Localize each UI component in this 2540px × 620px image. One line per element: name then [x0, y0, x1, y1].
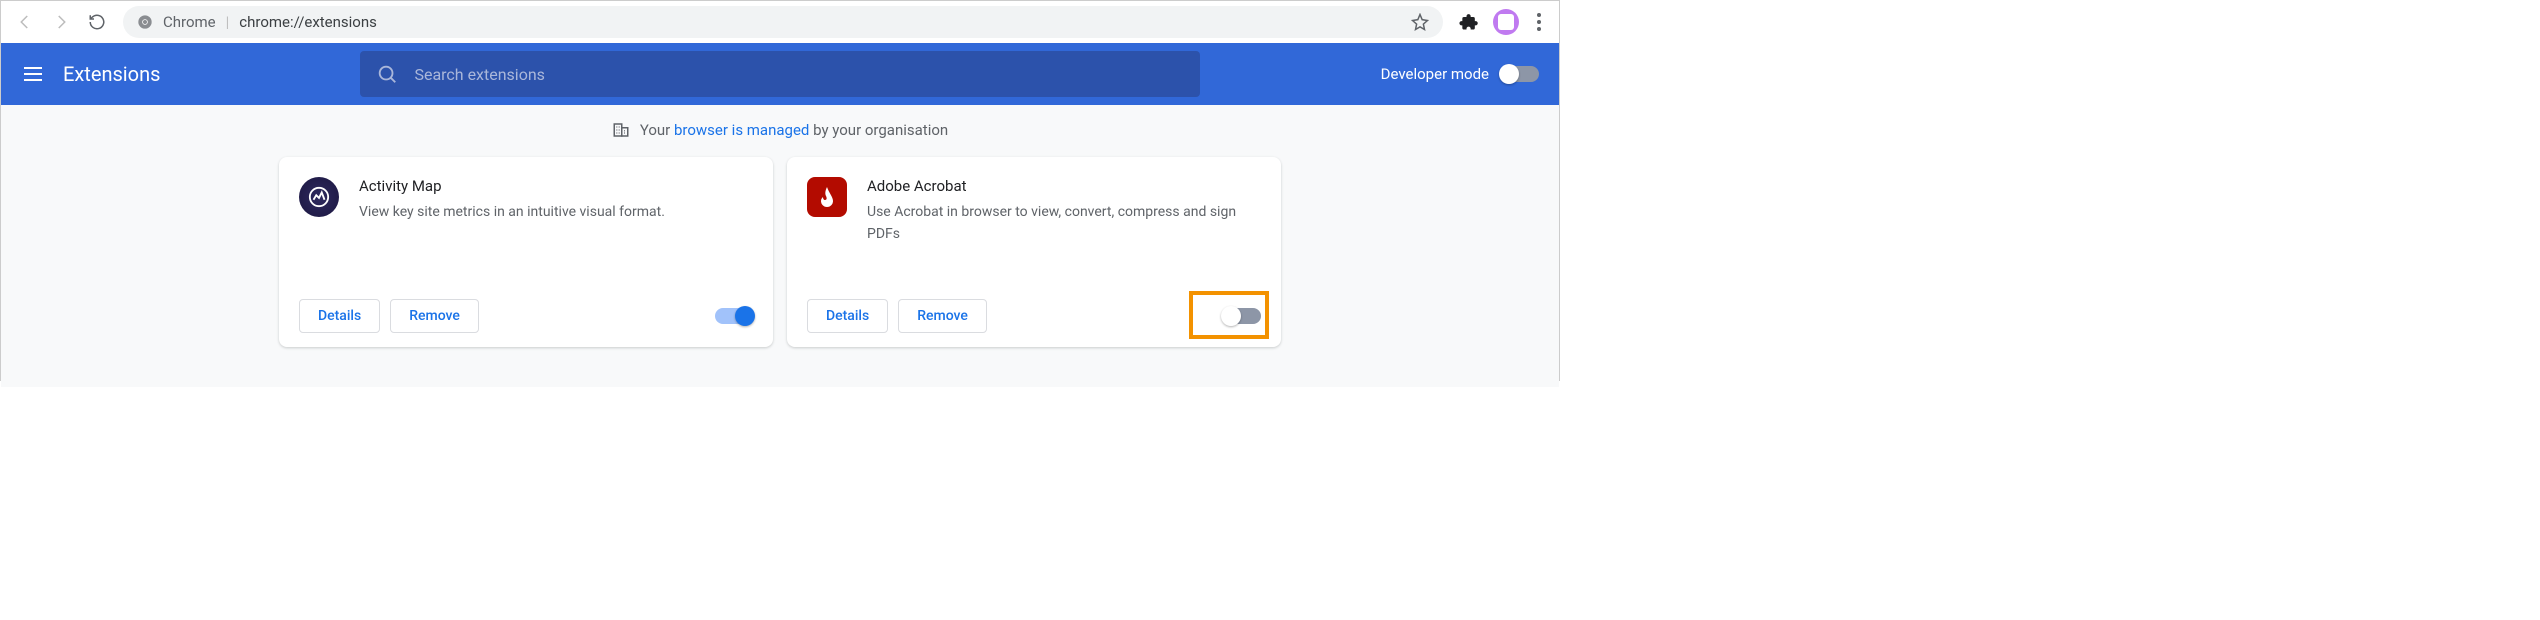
search-placeholder: Search extensions [414, 65, 544, 84]
developer-mode-toggle[interactable] [1501, 66, 1539, 82]
extension-description: View key site metrics in an intuitive vi… [359, 201, 665, 223]
star-icon [1411, 13, 1429, 31]
profile-avatar[interactable] [1493, 9, 1519, 35]
managed-notice: Your browser is managed by your organisa… [1, 121, 1559, 139]
managed-link[interactable]: browser is managed [674, 121, 809, 139]
details-button[interactable]: Details [299, 299, 380, 333]
managed-text: Your browser is managed by your organisa… [640, 121, 948, 139]
avatar-image [1498, 14, 1514, 30]
address-label: Chrome [163, 13, 216, 31]
address-url: chrome://extensions [239, 13, 377, 31]
address-bar[interactable]: Chrome | chrome://extensions [123, 6, 1443, 38]
address-separator: | [226, 13, 230, 31]
toggle-knob [735, 306, 755, 326]
toggle-knob [1499, 64, 1519, 84]
extensions-button[interactable] [1459, 12, 1479, 32]
hamburger-icon [21, 62, 45, 86]
extension-icon [807, 177, 847, 217]
enable-toggle[interactable] [1223, 308, 1261, 324]
forward-button[interactable] [45, 6, 77, 38]
chrome-icon [137, 14, 153, 30]
toggle-knob [1221, 306, 1241, 326]
extension-card: Activity Map View key site metrics in an … [279, 157, 773, 347]
reload-icon [88, 13, 106, 31]
arrow-left-icon [16, 13, 34, 31]
page-title: Extensions [63, 62, 160, 86]
building-icon [612, 121, 630, 139]
search-icon [376, 63, 398, 85]
bookmark-button[interactable] [1411, 13, 1429, 31]
extension-description: Use Acrobat in browser to view, convert,… [867, 201, 1261, 246]
content-area: Your browser is managed by your organisa… [1, 105, 1559, 387]
back-button[interactable] [9, 6, 41, 38]
arrow-right-icon [52, 13, 70, 31]
extension-name: Activity Map [359, 177, 665, 195]
extension-icon [299, 177, 339, 217]
extension-name: Adobe Acrobat [867, 177, 1261, 195]
puzzle-icon [1459, 12, 1479, 32]
extension-card: Adobe Acrobat Use Acrobat in browser to v… [787, 157, 1281, 347]
kebab-icon [1527, 10, 1551, 34]
developer-mode-control: Developer mode [1381, 65, 1539, 83]
search-input[interactable]: Search extensions [360, 51, 1200, 97]
remove-button[interactable]: Remove [390, 299, 479, 333]
browser-menu-button[interactable] [1527, 10, 1551, 34]
enable-toggle[interactable] [715, 308, 753, 324]
details-button[interactable]: Details [807, 299, 888, 333]
menu-button[interactable] [21, 62, 45, 86]
browser-toolbar: Chrome | chrome://extensions [1, 1, 1559, 43]
reload-button[interactable] [81, 6, 113, 38]
app-bar: Extensions Search extensions Developer m… [1, 43, 1559, 105]
extensions-grid: Activity Map View key site metrics in an … [1, 157, 1559, 347]
developer-mode-label: Developer mode [1381, 65, 1489, 83]
remove-button[interactable]: Remove [898, 299, 987, 333]
